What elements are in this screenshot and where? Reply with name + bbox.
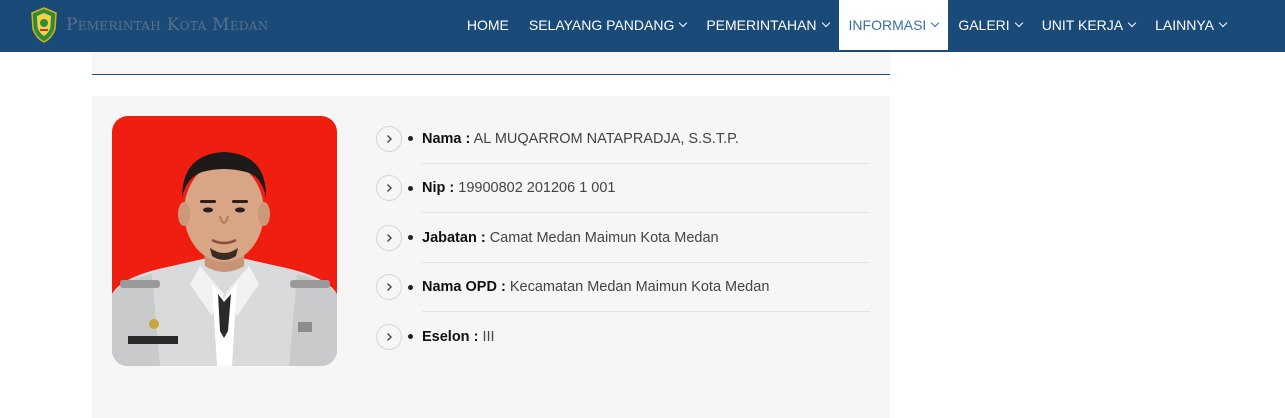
nav-pemerintahan-label: PEMERINTAHAN	[706, 17, 817, 33]
chevron-down-icon	[1127, 18, 1137, 28]
profile-details: Nama : AL MUQARROM NATAPRADJA, S.S.T.P. …	[376, 114, 870, 362]
detail-value: 19900802 201206 1 001	[454, 180, 615, 196]
detail-label: Jabatan :	[422, 229, 486, 246]
bullet-icon	[408, 235, 413, 241]
detail-value-text: Camat Medan Maimun Kota Medan	[489, 229, 719, 246]
brand-title: Pemerintah Kota Medan	[66, 15, 269, 35]
chevron-right-icon	[387, 233, 392, 242]
nav-lainnya[interactable]: LAINNYA	[1145, 0, 1236, 50]
nav-selayang-pandang-label: SELAYANG PANDANG	[528, 17, 675, 33]
chevron-right-icon	[387, 134, 392, 143]
nav-home-label: HOME	[466, 17, 509, 33]
detail-value-text: AL MUQARROM NATAPRADJA, S.S.T.P.	[473, 130, 739, 147]
detail-value: Kecamatan Medan Maimun Kota Medan	[506, 279, 770, 295]
chevron-right-icon	[387, 184, 392, 193]
profile-card: Nama : AL MUQARROM NATAPRADJA, S.S.T.P. …	[92, 96, 890, 418]
bullet-icon	[408, 185, 413, 191]
nav-informasi-label: INFORMASI	[848, 17, 927, 33]
detail-value: AL MUQARROM NATAPRADJA, S.S.T.P.	[470, 131, 739, 147]
nav-unit-kerja[interactable]: UNIT KERJA	[1032, 0, 1145, 50]
detail-row-jabatan: Jabatan : Camat Medan Maimun Kota Medan	[376, 213, 870, 263]
expand-button[interactable]	[376, 224, 402, 251]
bullet-icon	[408, 334, 413, 340]
detail-value-text: Kecamatan Medan Maimun Kota Medan	[509, 279, 770, 296]
expand-button[interactable]	[376, 125, 402, 152]
nav-selayang-pandang[interactable]: SELAYANG PANDANG	[519, 0, 696, 50]
detail-label: Nama :	[422, 130, 471, 147]
nav-lainnya-label: LAINNYA	[1155, 17, 1214, 33]
chevron-right-icon	[387, 283, 392, 292]
chevron-down-icon	[679, 18, 688, 28]
city-emblem-icon	[31, 7, 57, 43]
nav-unit-kerja-label: UNIT KERJA	[1041, 17, 1124, 33]
nav-pemerintahan[interactable]: PEMERINTAHAN	[696, 0, 838, 50]
navbar: Pemerintah Kota Medan HOME SELAYANG PAND…	[0, 0, 1285, 52]
nav-galeri-label: GALERI	[958, 17, 1010, 33]
chevron-right-icon	[387, 332, 392, 341]
chevron-down-icon	[931, 18, 940, 28]
detail-value-text: III	[482, 328, 495, 345]
expand-button[interactable]	[376, 274, 402, 301]
detail-row-nama-opd: Nama OPD : Kecamatan Medan Maimun Kota M…	[376, 263, 870, 313]
detail-value: Camat Medan Maimun Kota Medan	[486, 230, 719, 246]
detail-row-eselon: Eselon : III	[376, 312, 870, 362]
detail-value-text: 19900802 201206 1 001	[458, 180, 616, 197]
expand-button[interactable]	[376, 323, 402, 350]
chevron-down-icon	[1014, 18, 1023, 28]
section-divider	[92, 52, 890, 75]
profile-photo	[112, 116, 337, 366]
detail-label: Nama OPD :	[422, 279, 506, 296]
nav-informasi[interactable]: INFORMASI	[838, 0, 949, 50]
detail-value: III	[478, 329, 494, 345]
chevron-down-icon	[821, 18, 830, 28]
main-nav: HOME SELAYANG PANDANG PEMERINTAHAN INFOR…	[457, 0, 1236, 50]
detail-label: Nip :	[422, 180, 455, 197]
bullet-icon	[408, 136, 413, 142]
detail-row-nama: Nama : AL MUQARROM NATAPRADJA, S.S.T.P.	[376, 114, 870, 164]
detail-row-nip: Nip : 19900802 201206 1 001	[376, 164, 870, 214]
brand[interactable]: Pemerintah Kota Medan	[30, 7, 269, 43]
portrait-image	[112, 116, 337, 366]
detail-label: Eselon :	[422, 328, 479, 345]
expand-button[interactable]	[376, 175, 402, 202]
chevron-down-icon	[1218, 18, 1228, 28]
nav-galeri[interactable]: GALERI	[948, 0, 1031, 50]
bullet-icon	[408, 284, 413, 290]
nav-home[interactable]: HOME	[457, 0, 519, 50]
